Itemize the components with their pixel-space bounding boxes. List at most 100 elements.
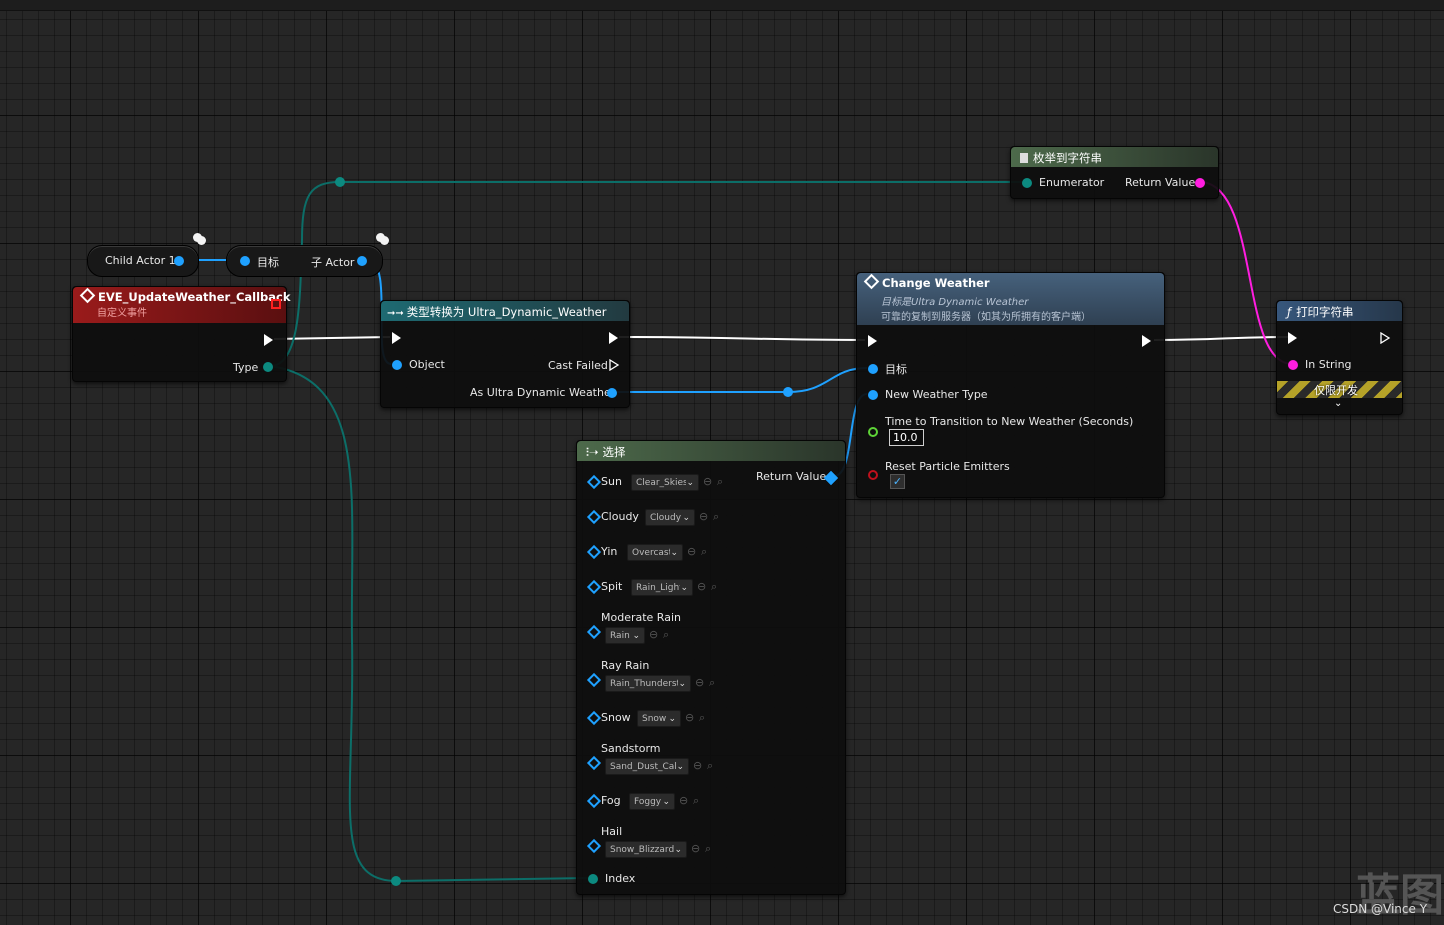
- select-option-label: Fog: [601, 794, 621, 807]
- select-option-pin[interactable]: [586, 755, 602, 771]
- select-option-dropdown[interactable]: Clear_Skies ⌄: [631, 474, 699, 491]
- magnifier-icon[interactable]: ⌕: [705, 842, 712, 856]
- reset-arrow-icon[interactable]: ⊖: [679, 794, 689, 807]
- change-weather-target-label: 目标: [885, 363, 907, 376]
- select-option-row: Moderate Rain Rain ⌄ ⊖ ⌕: [577, 611, 837, 651]
- change-weather-exec-in-pin[interactable]: [868, 335, 877, 347]
- child-actor-label: Child Actor 1: [105, 254, 176, 267]
- magnifier-icon[interactable]: ⌕: [709, 676, 716, 690]
- magnifier-icon[interactable]: ⌕: [693, 794, 700, 808]
- magnifier-icon[interactable]: ⌕: [707, 759, 714, 773]
- magnifier-icon[interactable]: ⌕: [717, 475, 724, 489]
- reset-arrow-icon[interactable]: ⊖: [685, 711, 695, 724]
- magnifier-icon[interactable]: ⌕: [663, 628, 670, 642]
- select-option-pin[interactable]: [586, 474, 602, 490]
- change-weather-time-label: Time to Transition to New Weather (Secon…: [885, 415, 1134, 428]
- change-weather-node[interactable]: Change Weather 目标是Ultra Dynamic Weather …: [856, 272, 1165, 498]
- select-option-dropdown[interactable]: Rain_Thunderstc ⌄: [605, 675, 691, 692]
- select-node[interactable]: ⫶➝ 选择 Return Value Sun Clear_Skies ⌄ ⊖ ⌕ Cloud…: [576, 440, 846, 895]
- change-weather-type-pin[interactable]: [868, 390, 878, 400]
- select-option-dropdown[interactable]: Cloudy ⌄: [645, 509, 695, 526]
- reset-arrow-icon[interactable]: ⊖: [649, 628, 659, 641]
- change-weather-reset-pin[interactable]: [868, 470, 878, 480]
- print-string-node[interactable]: ƒ 打印字符串 In String 仅限开发 ⌄: [1276, 300, 1403, 415]
- change-weather-reset-label: Reset Particle Emitters: [885, 460, 1010, 473]
- get-child-out-label: 子 Actor: [311, 256, 355, 269]
- select-option-dropdown[interactable]: Overcast ⌄: [627, 544, 683, 561]
- change-weather-subtitle-1: 目标是Ultra Dynamic Weather: [881, 297, 1029, 308]
- magnifier-icon[interactable]: ⌕: [699, 711, 706, 725]
- child-actor-out-pin[interactable]: [174, 256, 184, 266]
- select-option-dropdown[interactable]: Foggy ⌄: [629, 793, 675, 810]
- change-weather-time-pin[interactable]: [868, 427, 878, 437]
- get-child-target-pin[interactable]: [240, 256, 250, 266]
- select-option-pin[interactable]: [586, 509, 602, 525]
- cast-failed-exec-pin[interactable]: [609, 359, 620, 371]
- magnifier-icon[interactable]: ⌕: [711, 580, 718, 594]
- select-option-value: Rain: [610, 631, 630, 641]
- event-node[interactable]: EVE_UpdateWeather_Callback 自定义事件 Type: [72, 286, 291, 382]
- reset-arrow-icon[interactable]: ⊖: [695, 676, 705, 689]
- cast-failed-label: Cast Failed: [548, 359, 608, 372]
- change-weather-target-pin[interactable]: [868, 364, 878, 374]
- event-delegate-pin[interactable]: [271, 299, 281, 309]
- select-option-pin[interactable]: [586, 544, 602, 560]
- select-option-pin[interactable]: [586, 793, 602, 809]
- reset-arrow-icon[interactable]: ⊖: [697, 580, 707, 593]
- enum-to-string-node[interactable]: 枚举到字符串 Enumerator Return Value: [1010, 146, 1219, 199]
- watermark-text: CSDN @Vince Y: [1333, 902, 1428, 916]
- magnifier-icon[interactable]: ⌕: [701, 545, 708, 559]
- cast-as-label: As Ultra Dynamic Weather: [470, 386, 616, 399]
- dropdown-chevron-icon: ⌄: [632, 631, 640, 641]
- reset-arrow-icon[interactable]: ⊖: [687, 545, 697, 558]
- print-exec-in-pin[interactable]: [1288, 332, 1297, 344]
- select-option-pin[interactable]: [586, 579, 602, 595]
- event-type-pin[interactable]: [263, 362, 273, 372]
- select-option-value: Clear_Skies: [636, 478, 686, 488]
- dropdown-chevron-icon: ⌄: [682, 513, 690, 523]
- select-index-label: Index: [605, 872, 636, 885]
- select-option-dropdown[interactable]: Snow_Blizzard ⌄: [605, 841, 687, 858]
- change-weather-subtitle-2: 可靠的复制到服务器（如其为所拥有的客户端）: [881, 312, 1091, 323]
- exec-wire-change-print: [1153, 336, 1289, 341]
- dropdown-chevron-icon: ⌄: [662, 797, 670, 807]
- print-instring-pin[interactable]: [1288, 360, 1298, 370]
- reset-arrow-icon[interactable]: ⊖: [703, 475, 713, 488]
- enum-enumerator-pin[interactable]: [1022, 178, 1032, 188]
- select-index-pin[interactable]: [588, 874, 598, 884]
- magnifier-icon[interactable]: ⌕: [713, 510, 720, 524]
- select-option-label: Moderate Rain: [601, 611, 681, 624]
- select-option-dropdown[interactable]: Snow ⌄: [637, 710, 681, 727]
- dropdown-chevron-icon: ⌄: [668, 714, 676, 724]
- cast-object-pin[interactable]: [392, 360, 402, 370]
- checkbox-check-icon[interactable]: ✓: [890, 474, 905, 489]
- exec-wire-event-cast: [273, 336, 391, 340]
- reset-arrow-icon[interactable]: ⊖: [693, 759, 703, 772]
- select-option-pin[interactable]: [586, 672, 602, 688]
- select-option-dropdown[interactable]: Rain ⌄: [605, 627, 645, 644]
- select-option-pin[interactable]: [586, 838, 602, 854]
- get-child-actor-node[interactable]: 目标 子 Actor: [226, 245, 383, 277]
- cast-node[interactable]: ➞➞ 类型转换为 Ultra_Dynamic_Weather Object Cas…: [380, 300, 630, 408]
- enum-return-pin[interactable]: [1195, 178, 1205, 188]
- cast-exec-out-pin[interactable]: [609, 332, 618, 344]
- cast-exec-in-pin[interactable]: [392, 332, 401, 344]
- select-option-dropdown[interactable]: Sand_Dust_Caln ⌄: [605, 758, 689, 775]
- expand-chevron-icon[interactable]: ⌄: [1334, 398, 1342, 409]
- select-option-value: Snow_Blizzard: [610, 845, 674, 855]
- change-weather-exec-out-pin[interactable]: [1142, 335, 1151, 347]
- change-weather-title: Change Weather: [863, 273, 1158, 290]
- print-exec-out-pin[interactable]: [1380, 332, 1391, 344]
- dev-only-banner: 仅限开发: [1277, 381, 1402, 398]
- select-option-pin[interactable]: [586, 710, 602, 726]
- get-child-out-pin[interactable]: [357, 256, 367, 266]
- cast-as-pin[interactable]: [607, 388, 617, 398]
- reset-arrow-icon[interactable]: ⊖: [691, 842, 701, 855]
- event-exec-out-pin[interactable]: [264, 334, 273, 346]
- function-diamond-icon: [863, 273, 880, 290]
- select-option-dropdown[interactable]: Rain_Light ⌄: [631, 579, 693, 596]
- reset-arrow-icon[interactable]: ⊖: [699, 510, 709, 523]
- child-actor-node[interactable]: Child Actor 1: [87, 245, 199, 277]
- select-option-pin[interactable]: [586, 624, 602, 640]
- change-weather-time-input[interactable]: 10.0: [889, 429, 924, 446]
